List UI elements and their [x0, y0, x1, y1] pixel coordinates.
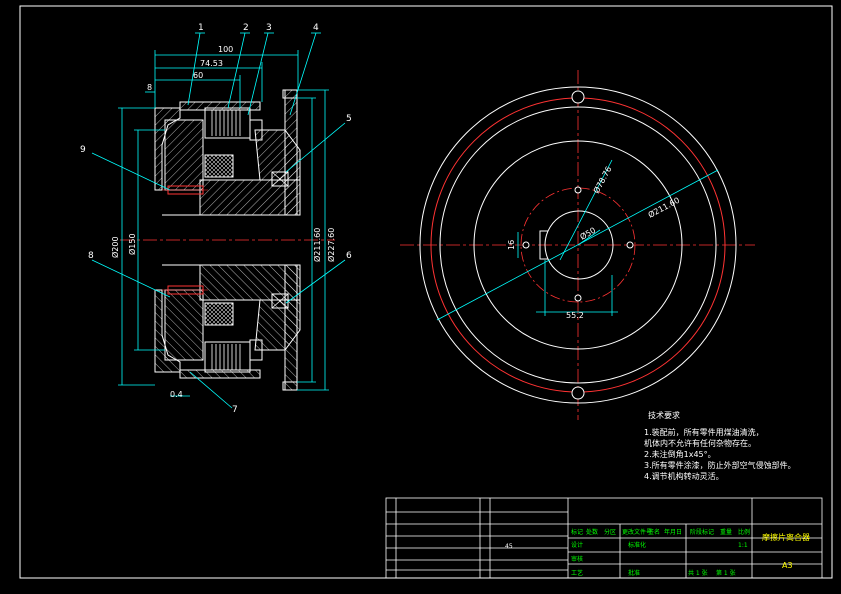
tb-cell-8: 审核	[571, 555, 583, 563]
tb-cell-16: 第 1 张	[716, 569, 736, 577]
tb-cell-14: 1:1	[738, 542, 748, 549]
dim-100: 100	[218, 45, 233, 54]
dim-phi211-60: Ø211.60	[312, 228, 322, 262]
callout-1: 1	[198, 23, 204, 33]
dim-16: 16	[507, 240, 516, 250]
notes-title: 技术要求	[648, 410, 680, 420]
tb-cell-13: 比例	[738, 528, 750, 536]
section-upper-half	[154, 89, 301, 216]
dim-0-4: 0.4	[170, 390, 183, 399]
tb-cell-15: 共 1 张	[688, 569, 708, 577]
tb-cell-0: 标记	[571, 528, 583, 536]
callout-5: 5	[346, 114, 352, 124]
tb-cell-11: 阶段标记	[690, 528, 714, 536]
tb-cell-9: 工艺	[571, 569, 583, 577]
technical-notes: 技术要求 1.装配前，所有零件用煤油清洗， 机体内不允许有任何杂物存在。 2.未…	[644, 410, 796, 481]
callout-3: 3	[266, 23, 272, 33]
scale-code: A3	[782, 561, 793, 570]
callout-4: 4	[313, 23, 319, 33]
section-view	[120, 89, 335, 391]
cad-drawing-sheet: 1 2 3 4 5 6 7 8 9 100 74.53 60 8 Ø200 Ø1…	[0, 0, 841, 594]
section-dimension-lines	[91, 32, 346, 409]
callout-2: 2	[243, 23, 249, 33]
dim-phi200: Ø200	[110, 236, 120, 258]
title-block-grid	[385, 497, 823, 579]
dim-phi227-60: Ø227.60	[326, 228, 336, 262]
dim-8: 8	[147, 83, 152, 92]
callout-9: 9	[80, 145, 86, 155]
tb-cell-4: 签名	[648, 528, 660, 536]
drawing-canvas: 1 2 3 4 5 6 7 8 9 100 74.53 60 8 Ø200 Ø1…	[19, 5, 833, 579]
tb-cell-12: 重量	[720, 528, 732, 536]
tb-cell-6: 设计	[571, 541, 583, 549]
note-line-3: 2.未注倒角1x45°。	[644, 449, 716, 459]
note-line-4: 3.所有零件涂漆，防止外部空气侵蚀部件。	[644, 460, 796, 470]
note-line-5: 4.调节机构转动灵活。	[644, 471, 724, 481]
dim-phi78-76: Ø78.76	[591, 164, 614, 194]
note-line-1: 1.装配前，所有零件用煤油清洗，	[644, 427, 764, 437]
drawing-name: 摩擦片离合器	[762, 532, 810, 542]
dim-55-2: 55.2	[566, 311, 584, 320]
note-line-2: 机体内不允许有任何杂物存在。	[644, 438, 756, 448]
drawing-frame	[19, 5, 833, 579]
tb-cell-5: 年月日	[664, 528, 682, 536]
plan-dimension-text: Ø78.76 Ø211.60 Ø50 16 55.2	[507, 164, 681, 320]
callout-6: 6	[346, 251, 352, 261]
dim-60: 60	[193, 71, 203, 80]
bom-value: 45	[505, 543, 513, 550]
callout-8: 8	[88, 251, 94, 261]
dim-phi150: Ø150	[127, 233, 137, 255]
dim-74-53: 74.53	[200, 59, 223, 68]
tb-cell-7: 标准化	[628, 541, 646, 549]
tb-cell-10: 批准	[628, 569, 640, 577]
tb-cell-1: 处数	[586, 528, 598, 536]
callout-7: 7	[232, 405, 238, 415]
tb-cell-2: 分区	[604, 528, 616, 536]
plan-view	[400, 70, 755, 420]
